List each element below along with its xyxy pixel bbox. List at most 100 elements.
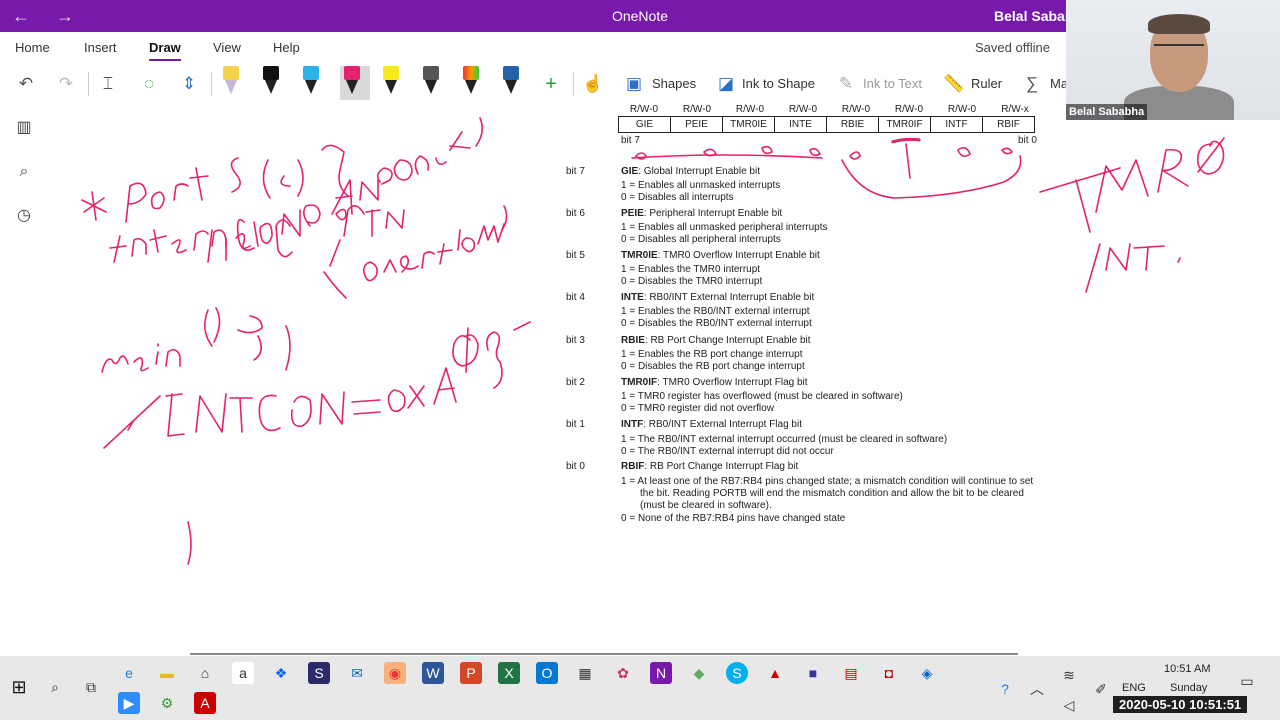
ink-stroke xyxy=(477,223,505,245)
ink-stroke xyxy=(155,343,181,367)
ink-stroke xyxy=(281,209,301,237)
ink-stroke xyxy=(230,157,241,193)
ink-stroke xyxy=(81,191,107,221)
ink-stroke xyxy=(290,395,312,427)
ink-stroke xyxy=(195,393,227,433)
wifi-icon[interactable]: ≋ xyxy=(1058,664,1080,686)
ink-stroke xyxy=(173,183,189,201)
word-icon[interactable]: W xyxy=(422,662,444,684)
search-icon[interactable]: ⌕ xyxy=(44,676,66,698)
pdf-app-icon[interactable]: ▤ xyxy=(840,662,862,684)
ink-stroke xyxy=(207,229,227,263)
windows-start-icon[interactable]: ⊞ xyxy=(8,676,30,698)
ink-stroke xyxy=(383,255,419,273)
ink-stroke xyxy=(101,355,149,373)
ink-stroke xyxy=(280,175,291,187)
video-timestamp: 2020-05-10 10:51:51 xyxy=(1113,696,1248,713)
ink-stroke xyxy=(393,159,413,181)
ink-stroke xyxy=(187,521,192,565)
amazon-icon[interactable]: a xyxy=(232,662,254,684)
app-icon[interactable]: ✿ xyxy=(612,662,634,684)
ink-stroke xyxy=(1095,159,1149,213)
ink-stroke xyxy=(235,221,259,250)
ink-stroke xyxy=(362,261,378,282)
clock-day[interactable]: Sunday xyxy=(1170,682,1207,694)
ink-stroke xyxy=(486,331,503,389)
clock-time[interactable]: 10:51 AM xyxy=(1164,663,1210,675)
edge-icon[interactable]: e xyxy=(118,662,140,684)
language-indicator[interactable]: ENG xyxy=(1122,682,1146,694)
ink-stroke xyxy=(387,389,406,413)
ink-stroke xyxy=(841,155,1022,199)
ink-stroke xyxy=(275,219,293,258)
ink-stroke xyxy=(285,325,291,371)
dropbox-icon[interactable]: ❖ xyxy=(270,662,292,684)
calculator-icon[interactable]: ▦ xyxy=(574,662,596,684)
ink-stroke xyxy=(513,321,531,331)
ink-highlight xyxy=(891,137,921,144)
ink-stroke xyxy=(229,397,253,433)
ink-stroke xyxy=(171,239,187,254)
ink-stroke xyxy=(407,385,425,409)
ink-stroke xyxy=(452,327,479,373)
ink-stroke xyxy=(237,315,263,361)
ink-stroke xyxy=(449,131,471,151)
task-view-icon[interactable]: ⧉ xyxy=(80,676,102,698)
store-icon[interactable]: ⌂ xyxy=(194,662,216,684)
ink-stroke xyxy=(849,138,1013,179)
app-icon[interactable]: ■ xyxy=(802,662,824,684)
acrobat-icon[interactable]: A xyxy=(194,692,216,714)
ink-stroke xyxy=(1196,137,1225,175)
file-explorer-icon[interactable]: ▬ xyxy=(156,662,178,684)
ink-stroke xyxy=(149,229,167,253)
ink-stroke xyxy=(165,393,185,437)
excel-icon[interactable]: X xyxy=(498,662,520,684)
ink-stroke xyxy=(1085,243,1181,293)
ink-stroke xyxy=(385,209,405,229)
app-icon[interactable]: ◈ xyxy=(916,662,938,684)
ink-stroke xyxy=(335,208,347,221)
volume-icon[interactable]: ◁ xyxy=(1058,694,1080,716)
ink-stroke xyxy=(323,239,347,299)
app-icon[interactable]: ⚙ xyxy=(156,692,178,714)
onenote-icon[interactable]: N xyxy=(650,662,672,684)
ink-stroke xyxy=(475,117,484,147)
chrome-icon[interactable]: ◉ xyxy=(384,662,406,684)
ink-stroke xyxy=(150,191,165,210)
ink-stroke xyxy=(109,235,147,263)
pen-icon[interactable]: ✐ xyxy=(1090,678,1112,700)
ink-stroke xyxy=(302,204,321,227)
app-icon[interactable]: S xyxy=(308,662,330,684)
ink-stroke xyxy=(421,243,453,269)
ink-stroke xyxy=(297,159,304,197)
zoom-icon[interactable]: ▶ xyxy=(118,692,140,714)
ink-stroke xyxy=(359,179,379,201)
ink-stroke xyxy=(321,144,349,197)
ink-stroke xyxy=(351,399,381,415)
ink-stroke xyxy=(343,205,381,237)
handwritten-ink-layer xyxy=(81,117,1225,565)
app-icon[interactable]: ◆ xyxy=(688,662,710,684)
ink-stroke xyxy=(125,182,147,223)
ink-stroke xyxy=(414,155,447,175)
app-icon[interactable]: ▲ xyxy=(764,662,786,684)
horizontal-scrollbar[interactable] xyxy=(190,653,1018,655)
notification-icon[interactable]: ▭ xyxy=(1236,670,1258,692)
ink-stroke xyxy=(259,222,273,244)
ink-stroke xyxy=(103,395,161,449)
windows-taskbar: ⊞ ⌕ ⧉ e ▬ ⌂ a ❖ S ✉ ◉ W P X O ▦ ✿ N ◆ S … xyxy=(0,656,1280,720)
mail-icon[interactable]: ✉ xyxy=(346,662,368,684)
powerpoint-icon[interactable]: P xyxy=(460,662,482,684)
ink-stroke xyxy=(1157,148,1189,193)
help-icon[interactable]: ? xyxy=(994,678,1016,700)
app-icon[interactable]: ◘ xyxy=(878,662,900,684)
ink-stroke xyxy=(433,367,457,405)
chevron-up-icon[interactable]: ︿ xyxy=(1026,678,1048,700)
ink-stroke xyxy=(376,167,393,185)
ink-stroke xyxy=(631,154,823,159)
skype-icon[interactable]: S xyxy=(726,662,748,684)
ink-stroke xyxy=(1039,167,1121,233)
ink-stroke xyxy=(262,159,271,199)
ink-stroke xyxy=(319,391,345,425)
outlook-icon[interactable]: O xyxy=(536,662,558,684)
